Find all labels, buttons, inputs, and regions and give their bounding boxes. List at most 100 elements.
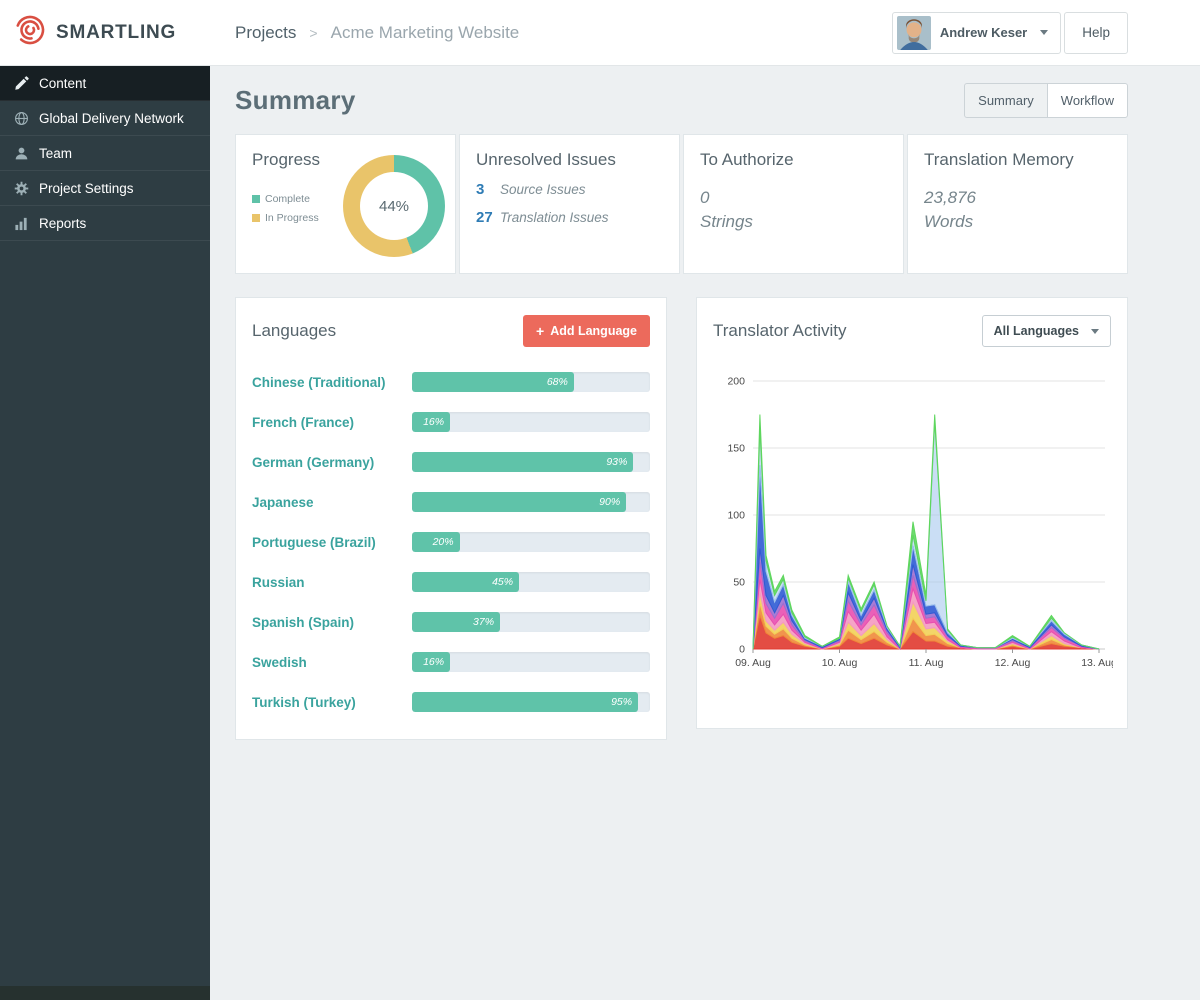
stat-cards: Progress Complete In Progress 44% Unreso… — [235, 134, 1128, 274]
translation-memory-card: Translation Memory 23,876 Words — [907, 134, 1128, 274]
logo[interactable]: SMARTLING — [0, 13, 210, 52]
source-issues-row[interactable]: 3 Source Issues — [476, 181, 663, 198]
language-progress-fill: 37% — [412, 612, 501, 632]
sidebar-item-team[interactable]: Team — [0, 136, 210, 171]
language-progress-fill: 93% — [412, 452, 634, 472]
top-bar: SMARTLING Projects > Acme Marketing Webs… — [0, 0, 1200, 66]
add-language-button[interactable]: + Add Language — [523, 315, 650, 347]
sidebar-item-label: Team — [39, 145, 73, 161]
translation-issues-count: 27 — [476, 209, 493, 226]
language-link[interactable]: Swedish — [252, 655, 412, 670]
breadcrumb: Projects > Acme Marketing Website — [210, 23, 892, 43]
svg-text:10. Aug: 10. Aug — [822, 657, 858, 669]
tab-workflow[interactable]: Workflow — [1046, 83, 1128, 118]
language-percent-label: 90% — [599, 496, 621, 508]
language-link[interactable]: Portuguese (Brazil) — [252, 535, 412, 550]
sidebar-item-global-delivery-network[interactable]: Global Delivery Network — [0, 101, 210, 136]
language-list: Chinese (Traditional) 68% French (France) 1… — [252, 362, 650, 722]
language-filter-label: All Languages — [993, 324, 1079, 338]
breadcrumb-current: Acme Marketing Website — [330, 22, 520, 42]
language-progress-bar: 20% — [412, 532, 650, 552]
svg-text:100: 100 — [727, 510, 745, 522]
header-actions: Andrew Keser Help — [891, 11, 1128, 54]
plus-icon: + — [536, 323, 545, 339]
activity-chart-svg: 0 50 100 150 200 09. Aug 10. Aug 11. Aug 12. Aug… — [727, 376, 1113, 670]
user-menu[interactable]: Andrew Keser — [891, 11, 1062, 54]
svg-text:09. Aug: 09. Aug — [735, 657, 771, 669]
sidebar: Content Global Delivery Network Team Pro… — [0, 66, 210, 1000]
sidebar-item-label: Project Settings — [39, 180, 134, 196]
legend-swatch-0 — [252, 195, 260, 203]
team-icon — [13, 145, 29, 161]
add-language-label: Add Language — [550, 324, 637, 338]
language-link[interactable]: Chinese (Traditional) — [252, 375, 412, 390]
language-progress-fill: 45% — [412, 572, 520, 592]
language-progress-fill: 95% — [412, 692, 639, 712]
help-button[interactable]: Help — [1064, 11, 1128, 54]
languages-panel: Languages + Add Language Chinese (Tradit… — [235, 297, 667, 740]
avatar — [896, 15, 931, 50]
tab-summary[interactable]: Summary — [964, 83, 1048, 118]
language-link[interactable]: Spanish (Spain) — [252, 615, 412, 630]
language-progress-bar: 16% — [412, 412, 650, 432]
translation-memory-value: 23,876 — [924, 188, 976, 207]
language-percent-label: 93% — [606, 456, 628, 468]
language-link[interactable]: Russian — [252, 575, 412, 590]
language-progress-bar: 45% — [412, 572, 650, 592]
unresolved-issues-card: Unresolved Issues 3 Source Issues 27 Tra… — [459, 134, 680, 274]
language-link[interactable]: Turkish (Turkey) — [252, 695, 412, 710]
translation-memory-title: Translation Memory — [924, 150, 1074, 169]
to-authorize-title: To Authorize — [700, 150, 794, 169]
breadcrumb-projects[interactable]: Projects — [235, 23, 296, 43]
languages-title: Languages — [252, 321, 337, 340]
language-link[interactable]: German (Germany) — [252, 455, 412, 470]
sidebar-item-project-settings[interactable]: Project Settings — [0, 171, 210, 206]
language-percent-label: 95% — [611, 696, 633, 708]
language-row: Swedish 16% — [252, 642, 650, 682]
globe-icon — [13, 110, 29, 126]
language-percent-label: 45% — [492, 576, 514, 588]
legend-label: In Progress — [265, 212, 319, 224]
language-row: Chinese (Traditional) 68% — [252, 362, 650, 402]
gear-icon — [13, 180, 29, 196]
translator-activity-title: Translator Activity — [713, 321, 847, 340]
sidebar-footer — [0, 986, 210, 1000]
legend-label: Complete — [265, 193, 310, 205]
language-percent-label: 20% — [432, 536, 454, 548]
translation-issues-label: Translation Issues — [500, 210, 609, 225]
svg-text:0: 0 — [739, 644, 745, 656]
user-name: Andrew Keser — [939, 25, 1028, 40]
language-link[interactable]: French (France) — [252, 415, 412, 430]
sidebar-item-label: Reports — [39, 215, 87, 231]
sidebar-item-content[interactable]: Content — [0, 66, 210, 101]
language-row: Turkish (Turkey) 95% — [252, 682, 650, 722]
to-authorize-unit: Strings — [700, 212, 753, 231]
source-issues-label: Source Issues — [500, 182, 586, 197]
svg-text:11. Aug: 11. Aug — [909, 657, 944, 669]
sidebar-item-reports[interactable]: Reports — [0, 206, 210, 241]
translation-issues-row[interactable]: 27 Translation Issues — [476, 209, 663, 226]
chevron-down-icon — [1091, 328, 1099, 334]
language-percent-label: 68% — [546, 376, 568, 388]
svg-text:13. Aug: 13. Aug — [1081, 657, 1113, 669]
svg-text:200: 200 — [727, 376, 745, 388]
language-progress-fill: 16% — [412, 412, 451, 432]
language-progress-fill: 90% — [412, 492, 627, 512]
content-icon — [13, 75, 29, 91]
view-toggle: Summary Workflow — [964, 83, 1128, 118]
language-progress-fill: 20% — [412, 532, 460, 552]
svg-text:50: 50 — [733, 577, 745, 589]
language-link[interactable]: Japanese — [252, 495, 412, 510]
language-filter-dropdown[interactable]: All Languages — [981, 315, 1111, 347]
language-progress-bar: 37% — [412, 612, 650, 632]
sidebar-item-label: Global Delivery Network — [39, 110, 184, 126]
language-percent-label: 16% — [423, 656, 445, 668]
svg-text:150: 150 — [727, 443, 745, 455]
legend-swatch-1 — [252, 214, 260, 222]
language-row: Spanish (Spain) 37% — [252, 602, 650, 642]
language-progress-bar: 93% — [412, 452, 650, 472]
language-row: German (Germany) 93% — [252, 442, 650, 482]
language-row: Russian 45% — [252, 562, 650, 602]
logo-text: SMARTLING — [56, 21, 177, 43]
